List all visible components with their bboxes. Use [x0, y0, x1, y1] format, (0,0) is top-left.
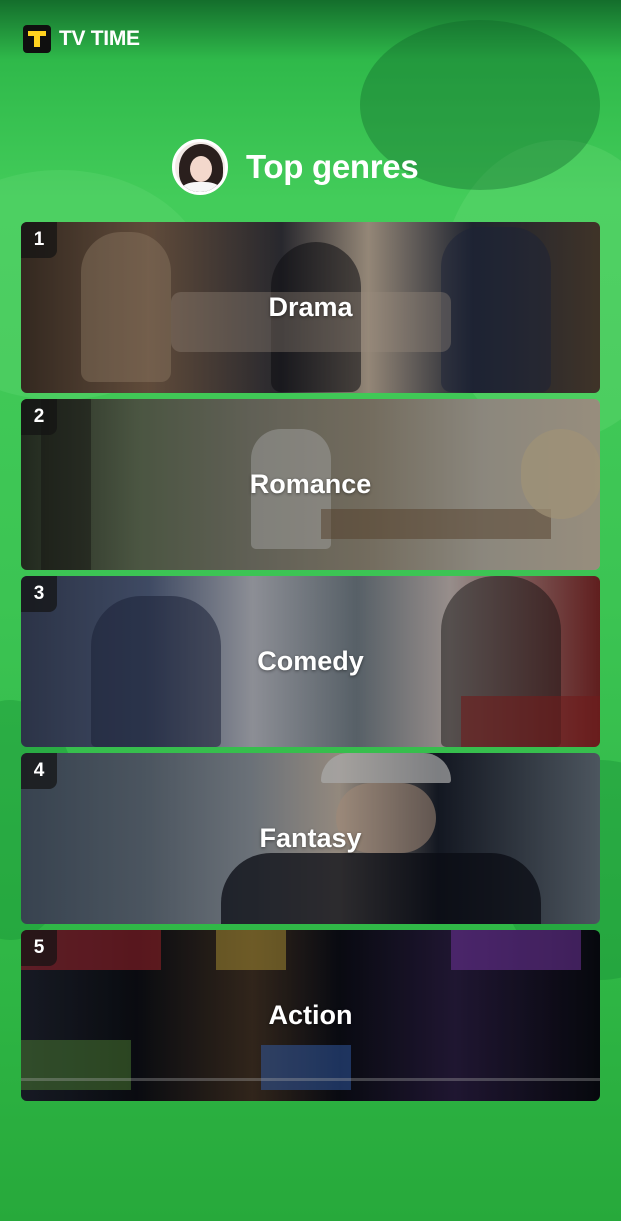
page-title: Top genres [246, 148, 419, 185]
genre-name: Fantasy [259, 823, 362, 853]
section-header: Top genres [172, 139, 419, 195]
brand-name: TV TIME [59, 27, 140, 50]
genre-card-fantasy[interactable]: 4 Fantasy [21, 753, 600, 924]
tv-time-top-genres-screen: { "brand": { "name": "TV TIME", "icon": … [0, 0, 621, 1221]
brand-header: TV TIME [23, 25, 140, 53]
genre-name: Comedy [257, 646, 364, 676]
genre-name: Action [268, 1000, 353, 1030]
genre-card-comedy[interactable]: 3 Comedy [21, 576, 600, 747]
genre-name: Romance [249, 469, 372, 499]
genre-card-romance[interactable]: 2 Romance [21, 399, 600, 570]
genre-name: Drama [268, 292, 353, 322]
user-avatar [172, 139, 228, 195]
genre-card-drama[interactable]: 1 Drama [21, 222, 600, 393]
tv-time-logo-icon [23, 25, 51, 53]
genre-card-action[interactable]: 5 Action [21, 930, 600, 1101]
genre-list: 1 Drama 2 Romance 3 Comedy 4 Fantasy 5 A… [21, 222, 600, 1107]
